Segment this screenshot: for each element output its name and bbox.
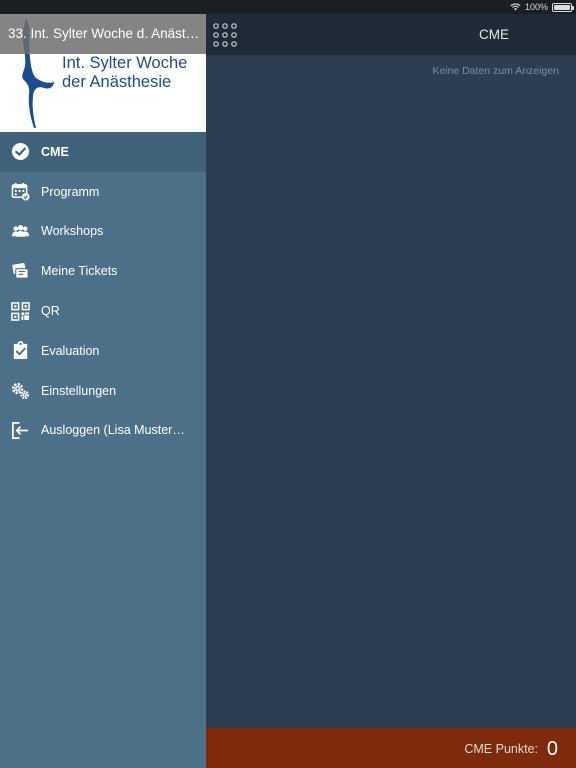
sidebar-item-label: Evaluation [41,343,100,358]
group-icon [11,222,30,241]
sidebar-item-ausloggen[interactable]: Ausloggen (Lisa Musterm… [0,411,206,451]
sidebar-item-label: Workshops [41,224,104,239]
main-content: Keine Daten zum Anzeigen [206,55,576,728]
cme-points-footer: CME Punkte: 0 [206,728,576,768]
sidebar-item-qr[interactable]: QR [0,291,206,331]
sidebar-item-meine-tickets[interactable]: Meine Tickets [0,251,206,291]
logo-text: Int. Sylter Woche der Anästhesie [62,54,187,92]
sidebar-item-programm[interactable]: Programm [0,172,206,212]
battery-icon [552,2,574,12]
sidebar: 33. Int. Sylter Woche d. Anäst… Int. Syl… [0,14,206,768]
sidebar-item-label: Einstellungen [41,383,117,398]
sidebar-item-cme[interactable]: CME [0,132,206,172]
checkmark-circle-icon [11,142,30,161]
cme-points-value: 0 [546,738,558,760]
gears-icon [11,381,30,400]
sidebar-item-einstellungen[interactable]: Einstellungen [0,371,206,411]
top-bar: CME [206,14,576,55]
sidebar-item-workshops[interactable]: Workshops [0,212,206,252]
page-title-bar: CME [206,14,576,55]
sidebar-header: 33. Int. Sylter Woche d. Anäst… Int. Syl… [0,14,206,132]
tickets-icon [11,262,30,281]
sidebar-item-label: Ausloggen (Lisa Musterm… [41,423,191,438]
cme-points-label: CME Punkte: [464,742,538,756]
sidebar-item-evaluation[interactable]: Evaluation [0,331,206,371]
status-bar: 100% [0,0,576,14]
sidebar-menu: CME Programm Workshops Meine Tickets QR [0,132,206,450]
wifi-icon [510,3,521,11]
logout-icon [11,421,30,440]
sidebar-item-label: QR [41,304,60,319]
sidebar-item-label: Programm [41,184,100,199]
qr-code-icon [11,301,30,321]
battery-percent: 100% [524,2,548,12]
status-indicators: 100% [510,2,574,12]
page-title: CME [479,27,509,42]
logo-line-2: der Anästhesie [62,73,172,91]
logo-line-1: Int. Sylter Woche [62,54,188,72]
clipboard-check-icon [11,341,30,360]
sidebar-item-label: Meine Tickets [41,264,118,279]
sidebar-item-label: CME [41,144,69,159]
event-title: 33. Int. Sylter Woche d. Anäst… [0,14,206,54]
empty-state-message: Keine Daten zum Anzeigen [432,65,559,77]
calendar-icon [11,182,30,201]
